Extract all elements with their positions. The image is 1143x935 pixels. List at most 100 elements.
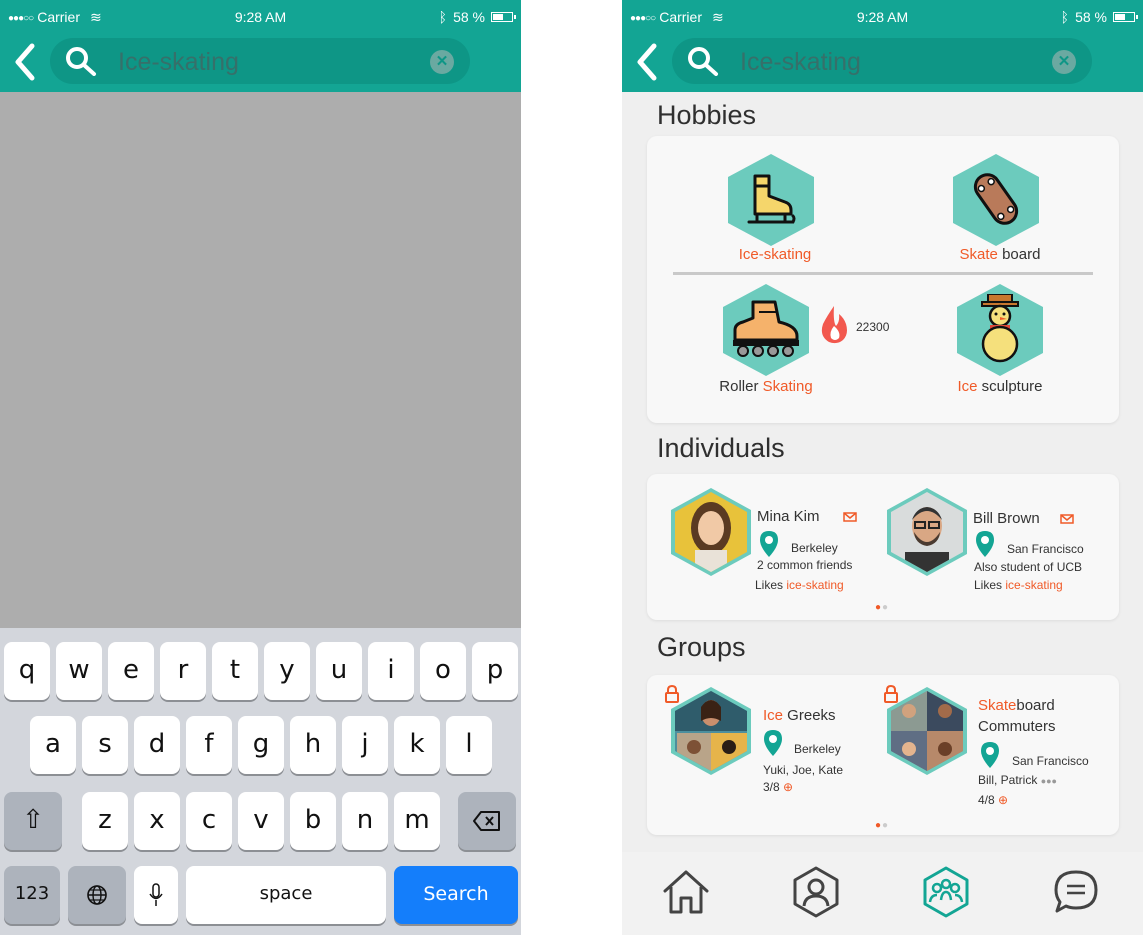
pagination-dots: ●● — [875, 820, 890, 831]
key-a[interactable]: a — [30, 716, 76, 774]
location-pin-icon — [764, 730, 782, 756]
space-key[interactable]: space — [186, 866, 386, 924]
join-icon[interactable]: ⊕ — [998, 793, 1008, 807]
key-g[interactable]: g — [238, 716, 284, 774]
hobby-skateboard[interactable] — [953, 154, 1039, 246]
key-e[interactable]: e — [108, 642, 154, 700]
key-k[interactable]: k — [394, 716, 440, 774]
message-icon[interactable] — [843, 512, 857, 522]
person-detail: 2 common friends — [757, 558, 853, 572]
hobby-label-roller-skating: Roller Skating — [719, 378, 813, 395]
key-l[interactable]: l — [446, 716, 492, 774]
person-likes: Likes ice-skating — [755, 578, 844, 592]
key-w[interactable]: w — [56, 642, 102, 700]
groups-heading: Groups — [657, 632, 746, 662]
dictation-key[interactable] — [134, 866, 178, 924]
hobby-label-skateboard: Skate board — [959, 246, 1041, 263]
group-capacity: 3/8 ⊕ — [763, 780, 794, 794]
shift-key[interactable]: ⇧ — [4, 792, 62, 850]
key-m[interactable]: m — [394, 792, 440, 850]
person-card-mina-kim[interactable] — [671, 488, 751, 576]
group-capacity: 4/8 ⊕ — [978, 793, 1009, 807]
delete-key[interactable] — [458, 792, 516, 850]
dimmed-overlay[interactable] — [0, 92, 521, 628]
search-bar: Ice-skating ✕ — [622, 34, 1143, 92]
key-d[interactable]: d — [134, 716, 180, 774]
key-o[interactable]: o — [420, 642, 466, 700]
keyboard: q w e r t y u i o p a s d f g h j k l ⇧ … — [0, 628, 521, 935]
snowman-icon — [981, 294, 1019, 363]
group-card-ice-greeks[interactable] — [671, 687, 751, 775]
clear-search-icon[interactable]: ✕ — [430, 50, 454, 74]
message-icon[interactable] — [1060, 514, 1074, 524]
back-button[interactable] — [630, 42, 664, 84]
hobby-ice-sculpture[interactable] — [957, 284, 1043, 376]
key-v[interactable]: v — [238, 792, 284, 850]
key-h[interactable]: h — [290, 716, 336, 774]
person-card-bill-brown[interactable] — [887, 488, 967, 576]
hobby-ice-skating[interactable] — [728, 154, 814, 246]
search-input[interactable]: Ice-skating ✕ — [50, 38, 470, 84]
chat-icon[interactable] — [1050, 866, 1102, 918]
bluetooth-icon: ᛒ — [1060, 9, 1070, 25]
search-bar: Ice-skating ✕ — [0, 34, 521, 92]
tab-bar — [622, 852, 1143, 935]
key-z[interactable]: z — [82, 792, 128, 850]
hobby-label-ice-sculpture: Ice sculpture — [957, 378, 1043, 395]
key-x[interactable]: x — [134, 792, 180, 850]
battery-icon — [491, 12, 516, 22]
search-icon — [688, 47, 718, 76]
key-y[interactable]: y — [264, 642, 310, 700]
person-detail: Also student of UCB — [974, 560, 1083, 574]
key-f[interactable]: f — [186, 716, 232, 774]
key-t[interactable]: t — [212, 642, 258, 700]
key-j[interactable]: j — [342, 716, 388, 774]
key-q[interactable]: q — [4, 642, 50, 700]
location-pin-icon — [976, 531, 994, 557]
key-s[interactable]: s — [82, 716, 128, 774]
key-r[interactable]: r — [160, 642, 206, 700]
key-b[interactable]: b — [290, 792, 336, 850]
person-location: Berkeley — [791, 541, 838, 555]
location-pin-icon — [760, 531, 778, 557]
chevron-left-icon — [637, 43, 657, 81]
group-members: Yuki, Joe, Kate — [763, 763, 844, 777]
trending-flame-icon — [821, 306, 847, 344]
search-icon — [66, 47, 96, 76]
divider — [673, 272, 1093, 275]
search-key[interactable]: Search — [394, 866, 518, 924]
status-bar: ●●●○○ Carrier ≋ 9:28 AM ᛒ 58 % — [622, 0, 1143, 34]
groups-icon[interactable] — [920, 866, 972, 918]
battery-level: 58 % — [453, 9, 485, 25]
key-p[interactable]: p — [472, 642, 518, 700]
profile-icon[interactable] — [790, 866, 842, 918]
search-query: Ice-skating — [740, 48, 861, 76]
group-location: San Francisco — [1012, 754, 1089, 768]
key-c[interactable]: c — [186, 792, 232, 850]
globe-key[interactable] — [68, 866, 126, 924]
home-icon[interactable] — [660, 866, 712, 918]
group-card-skateboard-commuters[interactable] — [887, 687, 967, 775]
numbers-key[interactable]: 123 — [4, 866, 60, 924]
back-button[interactable] — [8, 42, 42, 84]
key-n[interactable]: n — [342, 792, 388, 850]
search-input[interactable]: Ice-skating ✕ — [672, 38, 1092, 84]
clear-search-icon[interactable]: ✕ — [1052, 50, 1076, 74]
search-query: Ice-skating — [118, 48, 239, 76]
key-u[interactable]: u — [316, 642, 362, 700]
bluetooth-icon: ᛒ — [438, 9, 448, 25]
battery-level: 58 % — [1075, 9, 1107, 25]
backspace-icon — [473, 810, 500, 831]
key-i[interactable]: i — [368, 642, 414, 700]
hobby-roller-skating[interactable] — [723, 284, 809, 376]
more-members-icon: ●●● — [1040, 776, 1057, 786]
pagination-dots: ●● — [875, 602, 890, 613]
chevron-left-icon — [15, 43, 35, 81]
join-icon[interactable]: ⊕ — [783, 780, 793, 794]
person-name: Bill Brown — [973, 510, 1040, 527]
individuals-card: Mina Kim Berkeley 2 common friends Likes… — [647, 474, 1119, 620]
hobbies-heading: Hobbies — [657, 100, 757, 130]
location-pin-icon — [981, 742, 999, 768]
trending-count: 22300 — [856, 320, 890, 334]
group-name: Ice Greeks — [763, 707, 836, 724]
